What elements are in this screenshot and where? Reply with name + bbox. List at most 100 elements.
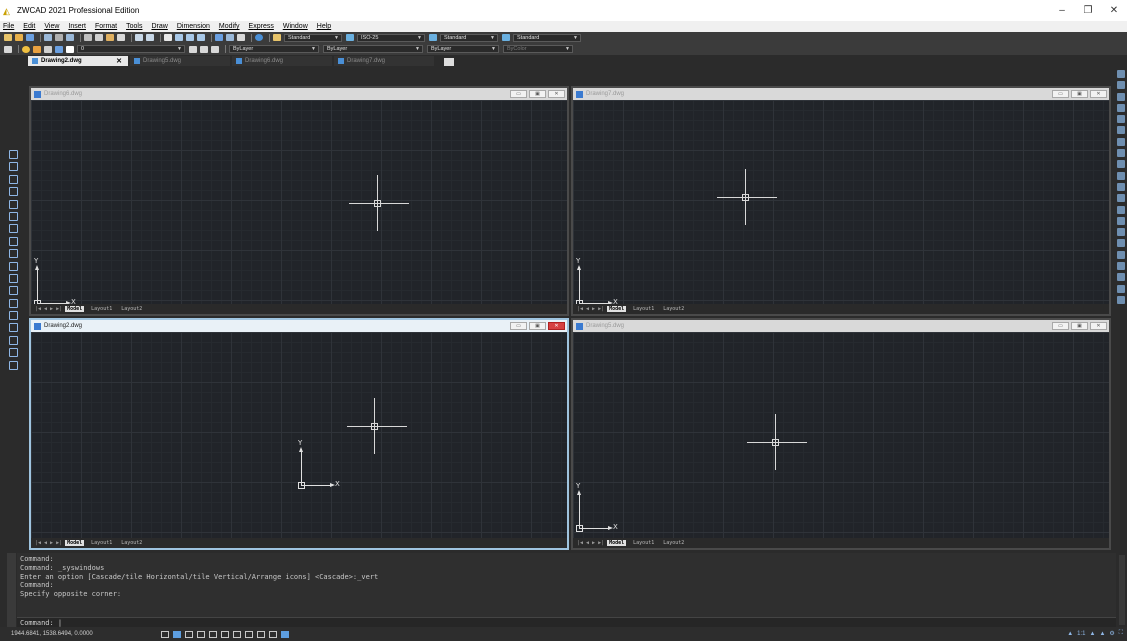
circle-icon[interactable]	[8, 224, 18, 234]
scale-icon[interactable]	[1116, 149, 1125, 158]
layer-freeze-icon[interactable]	[33, 45, 41, 53]
drawing-canvas[interactable]: Y X	[31, 100, 567, 307]
ellipse-arc-icon[interactable]	[8, 273, 18, 283]
drawing-window-drawing7[interactable]: Drawing7.dwg ▭ ▣ ✕ Y X |◀ ◀ ▶ ▶| Model L…	[571, 86, 1111, 316]
layer-on-icon[interactable]	[22, 45, 30, 53]
rectangle-icon[interactable]	[8, 199, 18, 209]
paste-icon[interactable]	[106, 34, 114, 41]
tab-layout1[interactable]: Layout1	[89, 540, 114, 546]
tab-drawing5[interactable]: Drawing5.dwg	[130, 56, 230, 66]
menu-insert[interactable]: Insert	[68, 23, 86, 30]
layout-nav-buttons[interactable]: |◀ ◀ ▶ ▶|	[577, 306, 604, 312]
window-minimize-button[interactable]: ▭	[510, 90, 527, 98]
layer-properties-icon[interactable]	[1116, 273, 1125, 282]
coordinate-readout[interactable]: 1944.6841, 1538.6494, 0.0000	[11, 631, 161, 637]
join-icon[interactable]	[1116, 205, 1125, 214]
chamfer-icon[interactable]	[1116, 216, 1125, 225]
hatch-icon[interactable]	[8, 323, 18, 333]
pan-icon[interactable]	[164, 34, 172, 41]
break-icon[interactable]	[1116, 194, 1125, 203]
command-scrollbar[interactable]	[1119, 555, 1125, 625]
copy-object-icon[interactable]	[1116, 81, 1125, 90]
menu-draw[interactable]: Draw	[151, 23, 167, 30]
new-file-icon[interactable]	[4, 34, 12, 41]
menu-dimension[interactable]: Dimension	[177, 23, 210, 30]
zoom-previous-icon[interactable]	[197, 34, 205, 41]
selection-cycling-icon[interactable]	[269, 630, 277, 638]
polar-tracking-icon[interactable]	[197, 630, 205, 638]
layer-select[interactable]: 0 ▼	[77, 45, 185, 53]
zoom-window-icon[interactable]	[186, 34, 194, 41]
drawing-window-drawing2[interactable]: Drawing2.dwg ▭ ▣ ✕ Y X |◀ ◀ ▶ ▶| Model L…	[29, 318, 569, 550]
window-restore-button[interactable]: ▣	[1071, 90, 1088, 98]
copy-icon[interactable]	[95, 34, 103, 41]
lineweight-select[interactable]: ByLayer ▼	[427, 45, 499, 53]
array-icon[interactable]	[1116, 115, 1125, 124]
region-icon[interactable]	[8, 348, 18, 358]
plot-preview-icon[interactable]	[55, 34, 63, 41]
layout-nav-buttons[interactable]: |◀ ◀ ▶ ▶|	[577, 540, 604, 546]
drawing-window-drawing5[interactable]: Drawing5.dwg ▭ ▣ ✕ Y X |◀ ◀ ▶ ▶| Model L…	[571, 318, 1111, 550]
open-file-icon[interactable]	[15, 34, 23, 41]
tab-layout1[interactable]: Layout1	[631, 540, 656, 546]
tab-close-icon[interactable]: ✕	[116, 57, 122, 65]
menu-help[interactable]: Help	[317, 23, 331, 30]
polyline-icon[interactable]	[8, 174, 18, 184]
publish-icon[interactable]	[66, 34, 74, 41]
tab-layout1[interactable]: Layout1	[631, 306, 656, 312]
layout-nav-buttons[interactable]: |◀ ◀ ▶ ▶|	[35, 540, 62, 546]
window-titlebar[interactable]: Drawing5.dwg ▭ ▣ ✕	[573, 320, 1109, 332]
zoom-realtime-icon[interactable]	[175, 34, 183, 41]
block-editor-icon[interactable]	[1116, 284, 1125, 293]
tab-layout2[interactable]: Layout2	[661, 306, 686, 312]
window-minimize-button[interactable]: ▭	[1052, 322, 1069, 330]
dynamic-input-icon[interactable]	[245, 630, 253, 638]
properties-icon[interactable]	[215, 34, 223, 41]
dim-style-select[interactable]: ISO-25 ▼	[357, 33, 425, 42]
new-tab-icon[interactable]	[444, 58, 454, 66]
menu-file[interactable]: File	[3, 23, 14, 30]
model-space-icon[interactable]	[281, 630, 289, 638]
tab-model[interactable]: Model	[607, 540, 627, 546]
arc-icon[interactable]	[8, 211, 18, 221]
menu-view[interactable]: View	[44, 23, 59, 30]
snap-mode-icon[interactable]	[173, 630, 181, 638]
layout-nav-buttons[interactable]: |◀ ◀ ▶ ▶|	[35, 306, 62, 312]
linetype-select[interactable]: ByLayer ▼	[323, 45, 423, 53]
annotation-scale[interactable]: 1:1	[1077, 631, 1085, 637]
tab-drawing7[interactable]: Drawing7.dwg	[334, 56, 434, 66]
object-snap-icon[interactable]	[209, 630, 217, 638]
tab-model[interactable]: Model	[65, 306, 85, 312]
menu-window[interactable]: Window	[283, 23, 308, 30]
annotation-scale-icon[interactable]: ▲	[1067, 631, 1073, 637]
window-close-button[interactable]: ✕	[1090, 322, 1107, 330]
menu-format[interactable]: Format	[95, 23, 117, 30]
help-icon[interactable]	[255, 34, 263, 41]
menu-edit[interactable]: Edit	[23, 23, 35, 30]
object-snap-tracking-icon[interactable]	[221, 630, 229, 638]
plotstyle-select[interactable]: ByColor ▼	[503, 45, 573, 53]
extend-icon[interactable]	[1116, 182, 1125, 191]
layer-match-icon[interactable]	[211, 45, 219, 53]
tab-model[interactable]: Model	[65, 540, 85, 546]
cut-icon[interactable]	[84, 34, 92, 41]
undo-icon[interactable]	[135, 34, 143, 41]
window-close-button[interactable]: ✕	[548, 90, 565, 98]
window-minimize-button[interactable]: ▭	[510, 322, 527, 330]
make-block-icon[interactable]	[8, 298, 18, 308]
layer-previous-icon[interactable]	[200, 45, 208, 53]
text-style-select[interactable]: Standard ▼	[284, 33, 342, 42]
rotate-icon[interactable]	[1116, 137, 1125, 146]
window-minimize-button[interactable]: ▭	[1052, 90, 1069, 98]
fillet-icon[interactable]	[1116, 228, 1125, 237]
redo-icon[interactable]	[146, 34, 154, 41]
insert-block-icon[interactable]	[8, 286, 18, 296]
window-restore-button[interactable]: ▣	[529, 90, 546, 98]
edit-polyline-icon[interactable]	[1116, 250, 1125, 259]
menu-tools[interactable]: Tools	[126, 23, 142, 30]
ellipse-icon[interactable]	[8, 261, 18, 271]
layer-manager-icon[interactable]	[4, 45, 12, 53]
auto-scale-icon[interactable]: ▲	[1099, 631, 1105, 637]
command-window-grip[interactable]	[7, 553, 16, 627]
tab-drawing2[interactable]: Drawing2.dwg ✕	[28, 56, 128, 66]
